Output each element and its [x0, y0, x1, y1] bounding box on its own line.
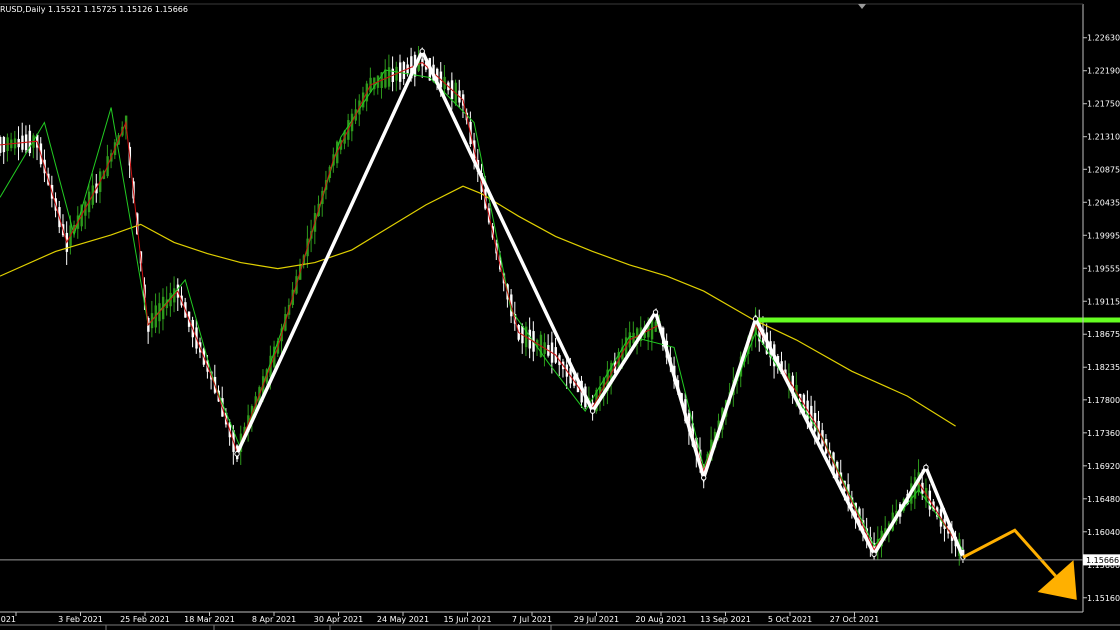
zigzag-vertex: [923, 464, 929, 471]
time-tick-label: 27 Oct 2021: [830, 615, 879, 624]
time-tick-label: 20 Aug 2021: [635, 615, 686, 624]
price-tick-label: 1.16920: [1087, 462, 1120, 471]
time-tick-label: 7 Jul 2021: [512, 615, 552, 624]
price-tick-label: 1.19115: [1087, 297, 1120, 306]
price-tick-label: 1.22630: [1087, 34, 1120, 43]
zigzag-vertex: [419, 48, 425, 54]
time-tick-label: 2021: [0, 615, 16, 624]
price-tick-label: 1.21750: [1087, 100, 1120, 109]
time-tick-label: 5 Oct 2021: [768, 615, 812, 624]
symbol-timeframe-label: RUSD,Daily: [0, 5, 46, 14]
price-tick-label: 1.21310: [1087, 133, 1120, 142]
zigzag-vertex: [589, 408, 596, 414]
zigzag-vertex: [871, 551, 877, 557]
price-tick-label: 1.17800: [1087, 396, 1120, 405]
time-tick-label: 30 Apr 2021: [314, 615, 363, 624]
price-tick-label: 1.17360: [1087, 429, 1120, 438]
price-tick-label: 1.19995: [1087, 231, 1120, 240]
zigzag-vertex: [752, 316, 759, 322]
time-tick-label: 24 May 2021: [377, 615, 429, 624]
price-tick-label: 1.18675: [1087, 330, 1120, 339]
time-tick-label: 3 Feb 2021: [58, 615, 103, 624]
price-tick-label: 1.20435: [1087, 198, 1120, 207]
price-tick-label: 1.19555: [1087, 264, 1120, 273]
price-tick-label: 1.18235: [1087, 363, 1120, 372]
price-chart[interactable]: 1.22630 1.22190 1.21750 1.21310 1.20875 1.204…: [0, 0, 1120, 630]
price-tick-label: 1.16480: [1087, 495, 1120, 504]
time-tick-label: 18 Mar 2021: [184, 615, 235, 624]
price-tick-label: 1.20875: [1087, 165, 1120, 174]
time-tick-label: 25 Feb 2021: [120, 615, 170, 624]
zigzag-vertex: [701, 475, 707, 481]
price-tick-label: 1.22190: [1087, 67, 1120, 76]
time-tick-label: 8 Apr 2021: [252, 615, 296, 624]
price-tick-label: 1.15160: [1087, 594, 1120, 603]
time-tick-label: 15 Jun 2021: [443, 615, 491, 624]
current-price-label: 1.15666: [1086, 556, 1119, 565]
price-tick-label: 1.16040: [1087, 528, 1120, 537]
ohlc-readout: 1.15521 1.15725 1.15126 1.15666: [48, 5, 188, 14]
time-tick-label: 29 Jul 2021: [574, 615, 619, 624]
zigzag-vertex: [652, 309, 659, 315]
zigzag-vertex: [234, 451, 240, 457]
time-tick-label: 13 Sep 2021: [700, 615, 751, 624]
